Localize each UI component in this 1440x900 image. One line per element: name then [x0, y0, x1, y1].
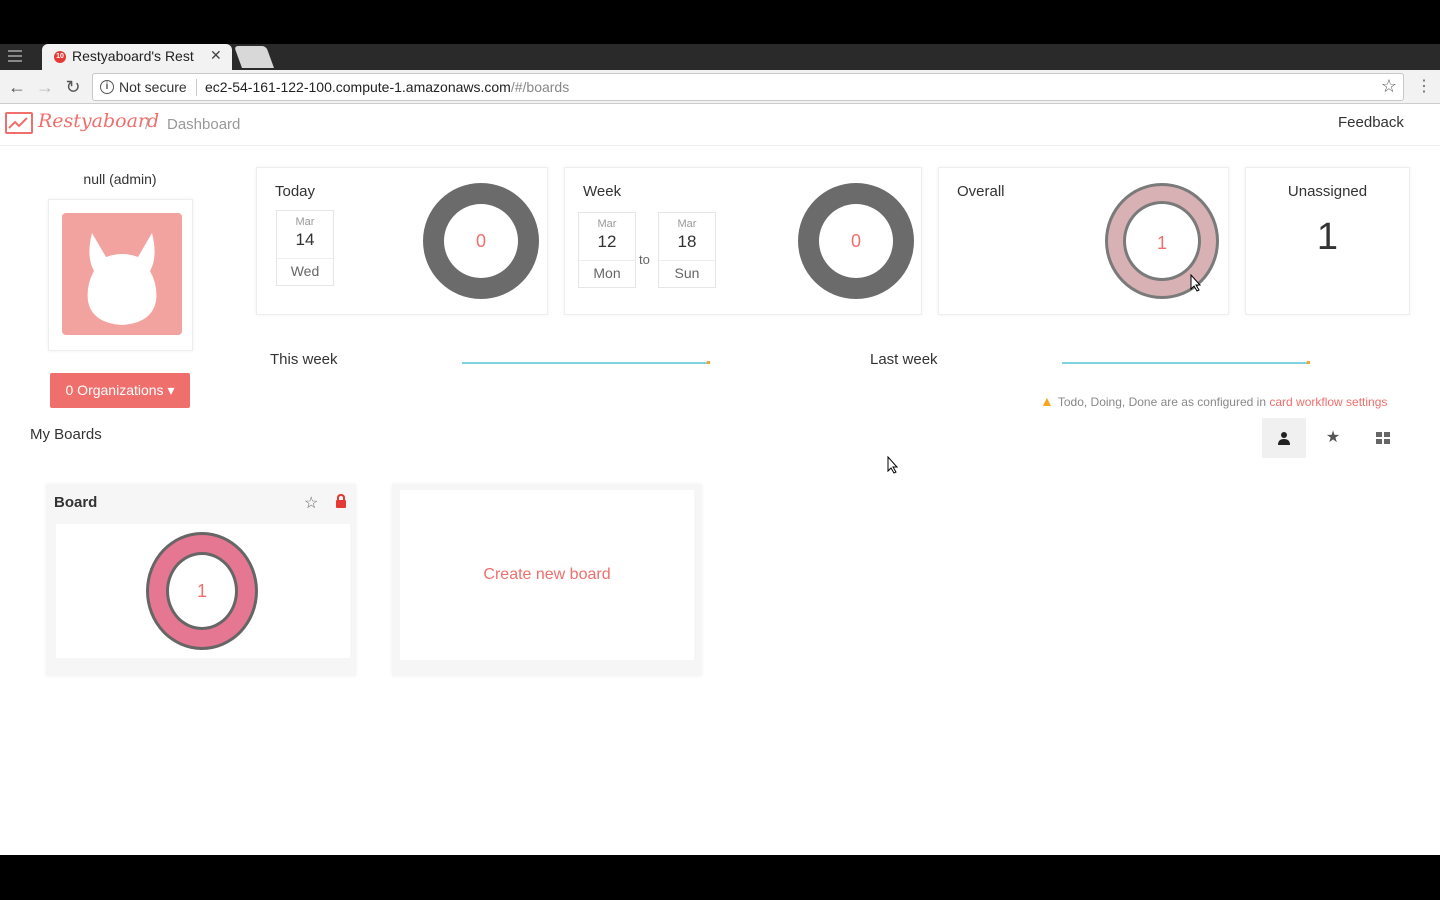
app-header: Restyaboard / Dashboard Feedback: [0, 104, 1440, 146]
today-date: Mar 14 Wed: [276, 210, 334, 286]
week-start-day: 12: [597, 232, 617, 251]
star-board-icon[interactable]: ☆: [304, 493, 318, 513]
lock-icon: [336, 494, 346, 508]
devil-avatar-icon: [87, 233, 157, 325]
week-end-date: Mar 18 Sun: [658, 212, 716, 288]
browser-menu-icon[interactable]: ⋮: [1416, 76, 1432, 96]
overall-label: Overall: [957, 183, 1005, 200]
organizations-label: 0 Organizations: [65, 382, 164, 398]
bookmark-star-icon[interactable]: ☆: [1381, 76, 1397, 97]
reload-icon[interactable]: ↻: [62, 76, 84, 98]
tab-title: Restyaboard's Rest: [72, 48, 194, 64]
today-card: Today Mar 14 Wed 0: [256, 167, 548, 315]
last-week-sparkline-end: [1307, 361, 1310, 364]
workflow-note: ▲ Todo, Doing, Done are as configured in …: [1040, 393, 1387, 409]
last-week-label: Last week: [870, 351, 938, 368]
my-boards-user-filter-button[interactable]: [1262, 418, 1306, 458]
today-month: Mar: [295, 216, 315, 228]
star-filled-icon: ★: [1325, 429, 1341, 446]
week-end-month: Mar: [677, 218, 697, 230]
breadcrumb-dashboard[interactable]: Dashboard: [167, 116, 240, 133]
tab-close-icon[interactable]: ✕: [210, 47, 222, 64]
feedback-link[interactable]: Feedback: [1338, 114, 1404, 131]
starred-boards-filter-button[interactable]: ★: [1311, 418, 1355, 458]
grid-icon: [1376, 431, 1390, 444]
create-board-card[interactable]: Create new board: [392, 484, 702, 676]
week-end-weekday: Sun: [659, 260, 715, 281]
unassigned-card[interactable]: Unassigned 1: [1245, 167, 1410, 315]
browser-tabstrip: 10 Restyaboard's Rest ✕: [0, 44, 1440, 70]
create-new-board-button[interactable]: Create new board: [400, 490, 694, 660]
board-title[interactable]: Board: [54, 494, 97, 511]
this-week-sparkline: [462, 362, 708, 364]
avatar: [62, 213, 182, 335]
caret-down-icon: ▾: [167, 382, 175, 398]
unassigned-count: 1: [1316, 216, 1339, 258]
user-icon: [1278, 431, 1290, 445]
week-start-weekday: Mon: [579, 260, 635, 281]
new-tab-button[interactable]: [233, 46, 275, 68]
url-text[interactable]: ec2-54-161-122-100.compute-1.amazonaws.c…: [205, 79, 569, 95]
week-start-date: Mar 12 Mon: [578, 212, 636, 288]
today-count: 0: [444, 204, 518, 278]
today-label: Today: [275, 183, 316, 200]
mouse-cursor-icon: [1190, 274, 1202, 292]
grid-view-button[interactable]: [1361, 418, 1405, 458]
board-body[interactable]: 1: [56, 524, 350, 658]
week-card: Week Mar 12 Mon to Mar 18 Sun 0: [564, 167, 922, 315]
board-donut: 1: [146, 532, 258, 650]
tab-search-icon[interactable]: [8, 50, 22, 62]
address-bar[interactable]: i Not secure ec2-54-161-122-100.compute-…: [92, 73, 1404, 101]
my-boards-heading: My Boards: [30, 426, 102, 443]
unassigned-label: Unassigned: [1287, 183, 1368, 200]
forward-icon[interactable]: →: [34, 76, 56, 98]
workflow-note-text: Todo, Doing, Done are as configured in: [1057, 395, 1266, 409]
back-icon[interactable]: ←: [6, 76, 28, 98]
today-weekday: Wed: [277, 258, 333, 279]
board-card[interactable]: Board ☆ 1: [46, 484, 356, 676]
url-host: ec2-54-161-122-100.compute-1.amazonaws.c…: [205, 79, 511, 95]
today-donut[interactable]: 0: [423, 183, 539, 299]
this-week-sparkline-end: [707, 361, 710, 364]
week-end-day: 18: [677, 232, 697, 251]
username: null (admin): [83, 171, 157, 187]
info-icon[interactable]: i: [100, 80, 114, 94]
today-day: 14: [295, 230, 315, 249]
week-to-label: to: [639, 252, 650, 267]
this-week-label: This week: [270, 351, 338, 368]
organizations-dropdown-button[interactable]: 0 Organizations ▾: [50, 373, 190, 408]
url-path: /#/boards: [510, 79, 570, 95]
overall-count: 1: [1123, 201, 1201, 281]
app-page: Restyaboard / Dashboard Feedback null (a…: [0, 104, 1440, 855]
breadcrumb-separator: /: [145, 116, 150, 133]
browser-tab[interactable]: 10 Restyaboard's Rest ✕: [42, 44, 232, 70]
address-divider: [196, 79, 197, 96]
board-count: 1: [166, 552, 238, 630]
week-start-month: Mar: [597, 218, 617, 230]
avatar-frame[interactable]: [48, 199, 193, 351]
warning-icon: ▲: [1040, 393, 1054, 409]
browser-toolbar: ← → ↻ i Not secure ec2-54-161-122-100.co…: [0, 70, 1440, 104]
screen: 10 Restyaboard's Rest ✕ ← → ↻ i Not secu…: [0, 0, 1440, 900]
week-count: 0: [819, 204, 893, 278]
logo-text[interactable]: Restyaboard: [38, 110, 159, 132]
security-label[interactable]: Not secure: [119, 79, 187, 95]
card-workflow-settings-link[interactable]: card workflow settings: [1269, 395, 1387, 409]
mouse-pointer-icon: [887, 456, 899, 474]
overall-card: Overall 1: [938, 167, 1229, 315]
last-week-sparkline: [1062, 362, 1308, 364]
restyaboard-favicon-icon: 10: [54, 51, 66, 63]
week-label: Week: [583, 183, 622, 200]
week-donut[interactable]: 0: [798, 183, 914, 299]
logo-chart-icon[interactable]: [5, 112, 33, 134]
